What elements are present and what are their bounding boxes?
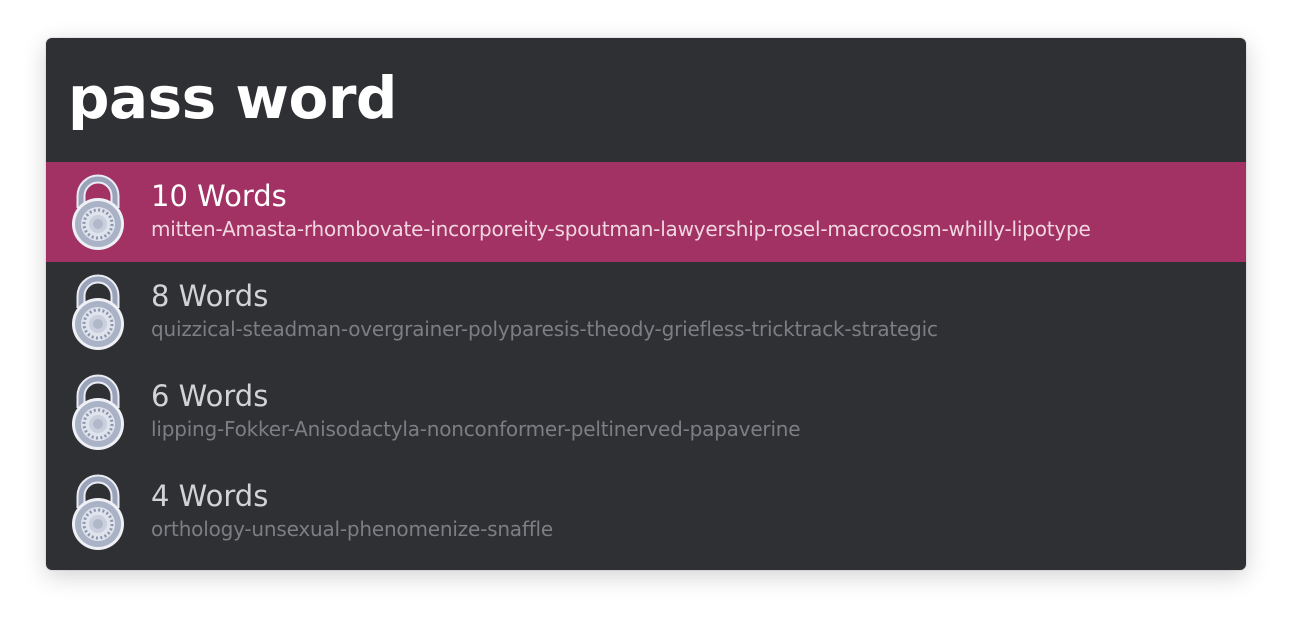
result-title: 8 Words [151, 279, 269, 313]
result-subtitle: lipping-Fokker-Anisodactyla-nonconformer… [151, 417, 801, 441]
padlock-icon [69, 274, 127, 350]
result-subtitle: orthology-unsexual-phenomenize-snaffle [151, 517, 553, 541]
padlock-icon [69, 474, 127, 550]
padlock-icon [69, 374, 127, 450]
result-title: 4 Words [151, 479, 269, 513]
result-subtitle: quizzical-steadman-overgrainer-polypares… [151, 317, 938, 341]
result-item[interactable]: 10 Words mitten-Amasta-rhombovate-incorp… [46, 162, 1246, 262]
results-list: 10 Words mitten-Amasta-rhombovate-incorp… [46, 162, 1246, 562]
query-bar [46, 38, 1246, 162]
padlock-icon [69, 174, 127, 250]
launcher-window: 10 Words mitten-Amasta-rhombovate-incorp… [46, 38, 1246, 570]
search-input[interactable] [68, 64, 1208, 132]
result-title: 10 Words [151, 179, 287, 213]
result-item[interactable]: 8 Words quizzical-steadman-overgrainer-p… [46, 262, 1246, 362]
result-item[interactable]: 4 Words orthology-unsexual-phenomenize-s… [46, 462, 1246, 562]
result-title: 6 Words [151, 379, 269, 413]
result-subtitle: mitten-Amasta-rhombovate-incorporeity-sp… [151, 217, 1091, 241]
result-item[interactable]: 6 Words lipping-Fokker-Anisodactyla-nonc… [46, 362, 1246, 462]
